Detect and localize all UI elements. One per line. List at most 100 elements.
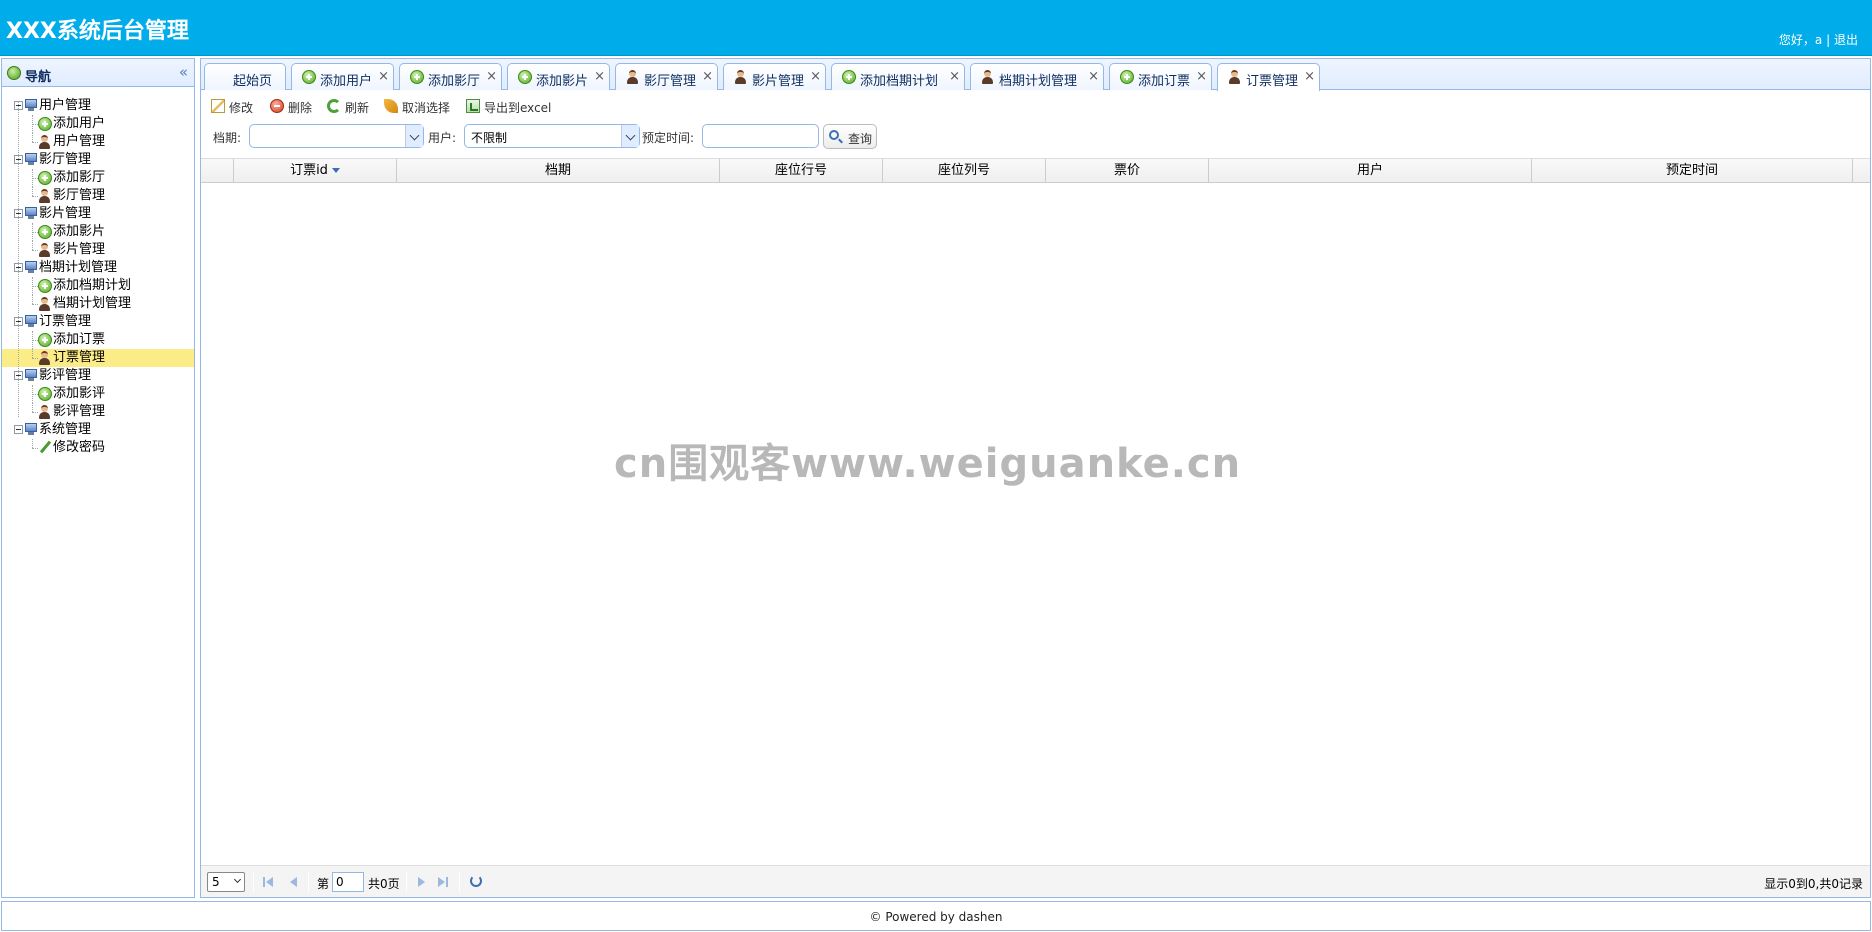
nav-group[interactable]: 系统管理 bbox=[2, 421, 194, 439]
export-label: 导出到excel bbox=[484, 101, 552, 115]
row-number-header bbox=[201, 159, 234, 183]
first-page-bar-icon bbox=[263, 877, 265, 887]
tab-label: 档期计划管理 bbox=[999, 74, 1078, 89]
nav-item[interactable]: 添加订票 bbox=[2, 331, 194, 349]
tab[interactable]: 添加档期计划 × bbox=[831, 63, 965, 90]
refresh-icon bbox=[327, 99, 341, 113]
close-icon[interactable]: × bbox=[486, 69, 497, 84]
nav-item[interactable]: 影评管理 bbox=[2, 403, 194, 421]
user-select[interactable]: 不限制 bbox=[464, 124, 640, 148]
add-icon bbox=[842, 70, 856, 84]
next-page-button[interactable] bbox=[416, 876, 428, 888]
edit-button[interactable]: 修改 bbox=[211, 97, 261, 115]
nav-group[interactable]: 用户管理 bbox=[2, 97, 194, 115]
close-icon[interactable]: × bbox=[1088, 69, 1099, 84]
tree-line bbox=[32, 241, 33, 250]
nav-group[interactable]: 订票管理 bbox=[2, 313, 194, 331]
nav-panel: 导航 « 用户管理 添加用户 用户管理 影厅管理 添加影厅 影厅管理 影片管理 添加影片 影片管… bbox=[1, 58, 195, 898]
grid-header: 订票id 档期 座位行号 座位列号 票价 用户 预定时间 bbox=[201, 158, 1870, 183]
app-title: XXX系统后台管理 bbox=[6, 19, 189, 44]
query-button[interactable]: 查询 bbox=[823, 124, 877, 149]
chevron-down-icon[interactable] bbox=[621, 125, 639, 147]
tree-line bbox=[32, 439, 33, 448]
prev-page-button[interactable] bbox=[288, 876, 300, 888]
column-header-label: 座位列号 bbox=[937, 163, 990, 178]
nav-item[interactable]: 修改密码 bbox=[2, 439, 194, 457]
column-header[interactable]: 预定时间 bbox=[1532, 159, 1853, 183]
page-total-label: 共0页 bbox=[368, 877, 400, 891]
tab[interactable]: 档期计划管理 × bbox=[970, 63, 1104, 90]
nav-group[interactable]: 影片管理 bbox=[2, 205, 194, 223]
monitor-icon bbox=[24, 153, 38, 165]
nav-item[interactable]: 订票管理 bbox=[2, 349, 194, 367]
nav-item[interactable]: 添加影评 bbox=[2, 385, 194, 403]
nav-item[interactable]: 影厅管理 bbox=[2, 187, 194, 205]
nav-group[interactable]: 档期计划管理 bbox=[2, 259, 194, 277]
app-header: XXX系统后台管理 您好，a | 退出 bbox=[0, 0, 1872, 56]
nav-group[interactable]: 影厅管理 bbox=[2, 151, 194, 169]
column-header[interactable]: 档期 bbox=[397, 159, 720, 183]
column-header[interactable]: 订票id bbox=[234, 159, 397, 183]
monitor-icon bbox=[24, 261, 38, 273]
tab[interactable]: 订票管理 × bbox=[1217, 63, 1320, 91]
page-number-input[interactable]: 0 bbox=[332, 872, 364, 892]
tab-label: 添加影片 bbox=[536, 74, 589, 89]
nav-item[interactable]: 添加影厅 bbox=[2, 169, 194, 187]
tab[interactable]: 添加用户 × bbox=[291, 63, 394, 90]
close-icon[interactable]: × bbox=[1196, 69, 1207, 84]
tab[interactable]: 添加订票 × bbox=[1109, 63, 1212, 90]
tab[interactable]: 添加影片 × bbox=[507, 63, 610, 90]
refresh-button[interactable]: 刷新 bbox=[327, 97, 377, 115]
close-icon[interactable]: × bbox=[378, 69, 389, 84]
nav-group-label: 影评管理 bbox=[39, 368, 92, 383]
close-icon[interactable]: × bbox=[949, 69, 960, 84]
reload-icon[interactable] bbox=[470, 875, 482, 887]
nav-item[interactable]: 影片管理 bbox=[2, 241, 194, 259]
add-icon bbox=[410, 70, 424, 84]
logout-link[interactable]: 退出 bbox=[1834, 33, 1858, 47]
nav-item[interactable]: 添加用户 bbox=[2, 115, 194, 133]
nav-item[interactable]: 添加影片 bbox=[2, 223, 194, 241]
close-icon[interactable]: × bbox=[1304, 69, 1315, 84]
nav-item-label: 影评管理 bbox=[53, 404, 106, 419]
export-excel-button[interactable]: 导出到excel bbox=[466, 97, 556, 115]
page-size-select[interactable]: 5 bbox=[207, 872, 245, 892]
nav-group[interactable]: 影评管理 bbox=[2, 367, 194, 385]
column-header[interactable]: 票价 bbox=[1046, 159, 1209, 183]
close-icon[interactable]: × bbox=[702, 69, 713, 84]
pager-divider bbox=[406, 872, 407, 892]
chevron-down-icon[interactable] bbox=[405, 125, 423, 147]
tab[interactable]: 起始页 bbox=[204, 63, 286, 90]
tab-label: 影厅管理 bbox=[644, 74, 697, 89]
time-input[interactable] bbox=[702, 124, 819, 148]
nav-globe-icon bbox=[7, 66, 21, 80]
nav-item-label: 添加影评 bbox=[53, 386, 106, 401]
nav-item[interactable]: 档期计划管理 bbox=[2, 295, 194, 313]
undo-icon bbox=[384, 99, 398, 113]
close-icon[interactable]: × bbox=[594, 69, 605, 84]
nav-item-label: 添加档期计划 bbox=[53, 278, 132, 293]
column-header[interactable]: 座位列号 bbox=[883, 159, 1046, 183]
last-page-button[interactable] bbox=[438, 876, 450, 888]
nav-item[interactable]: 添加档期计划 bbox=[2, 277, 194, 295]
nav-item-label: 影片管理 bbox=[53, 242, 106, 257]
page-size-value: 5 bbox=[212, 875, 220, 889]
tab[interactable]: 影厅管理 × bbox=[615, 63, 718, 90]
close-icon[interactable]: × bbox=[810, 69, 821, 84]
cancel-select-button[interactable]: 取消选择 bbox=[384, 97, 456, 115]
collapse-tree-icon[interactable] bbox=[14, 425, 23, 434]
delete-button[interactable]: 删除 bbox=[270, 97, 320, 115]
schedule-select[interactable] bbox=[249, 124, 424, 148]
column-header[interactable]: 用户 bbox=[1209, 159, 1532, 183]
page-label-before: 第 bbox=[317, 877, 330, 891]
collapse-icon[interactable]: « bbox=[179, 63, 188, 81]
nav-item-label: 用户管理 bbox=[53, 134, 106, 149]
nav-item[interactable]: 用户管理 bbox=[2, 133, 194, 151]
first-page-button[interactable] bbox=[263, 876, 275, 888]
tree-line bbox=[32, 295, 33, 304]
tab[interactable]: 影片管理 × bbox=[723, 63, 826, 90]
tab[interactable]: 添加影厅 × bbox=[399, 63, 502, 90]
user-select-value: 不限制 bbox=[471, 131, 508, 145]
column-header[interactable]: 座位行号 bbox=[720, 159, 883, 183]
user-icon bbox=[38, 297, 51, 311]
